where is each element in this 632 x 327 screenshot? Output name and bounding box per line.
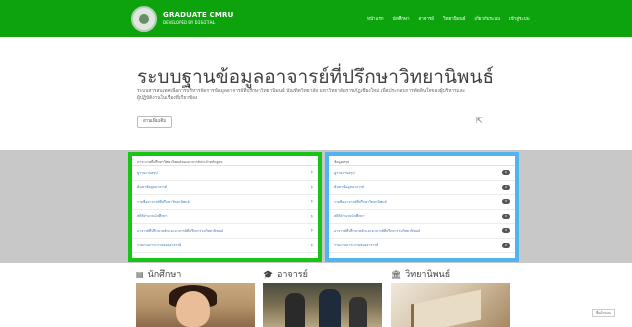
list-item-label: รายชื่ออาจารย์ที่ปรึกษาวิทยานิพนธ์ bbox=[334, 199, 387, 204]
advisor-workload-panel: ภาระงานที่ปรึกษาวิทยานิพนธ์ของอาจารย์ประ… bbox=[128, 152, 322, 262]
chevron-right-icon: › bbox=[310, 198, 313, 206]
brand[interactable]: GRADUATE CMRU DEVELOPED BY DIGITAL bbox=[131, 5, 233, 33]
student-photo[interactable] bbox=[136, 283, 255, 327]
read-more-button[interactable]: อ่านเพิ่มเติม bbox=[137, 116, 173, 128]
section-students-heading[interactable]: ▤ นักศึกษา bbox=[136, 267, 181, 281]
list-item[interactable]: สถิติจำนวนนักศึกษา › bbox=[132, 210, 318, 224]
nav-item-home[interactable]: หน้าแรก bbox=[367, 15, 384, 22]
mouse-cursor-icon: ⇱ bbox=[476, 116, 483, 125]
list-item[interactable]: อาจารย์ที่ปรึกษาหลักและอาจารย์ที่ปรึกษาร… bbox=[132, 224, 318, 239]
page-description: ระบบสารสนเทศเพื่อการบริหารจัดการข้อมูลอา… bbox=[137, 89, 466, 101]
section-thesis-label: วิทยานิพนธ์ bbox=[405, 270, 451, 280]
brand-sub-prefix: DEVELOPED BY bbox=[163, 20, 194, 25]
top-navbar: GRADUATE CMRU DEVELOPED BY DIGITAL หน้าแ… bbox=[0, 0, 632, 37]
chevron-right-icon: › bbox=[310, 241, 313, 249]
section-advisors-heading[interactable]: 🎓 อาจารย์ bbox=[263, 267, 308, 281]
nav-item-advisors[interactable]: อาจารย์ bbox=[419, 15, 434, 22]
read-more-label: อ่านเพิ่มเติม bbox=[143, 119, 167, 124]
list-item-label: รายงานภาระงานของอาจารย์ bbox=[137, 243, 182, 248]
list-item[interactable]: รายชื่ออาจารย์ที่ปรึกษาวิทยานิพนธ์ 0 bbox=[329, 195, 515, 210]
list-item-label: ค้นหาข้อมูลอาจารย์ bbox=[334, 185, 364, 190]
chevron-right-icon: › bbox=[310, 227, 313, 235]
list-item[interactable]: อาจารย์ที่ปรึกษาหลักและอาจารย์ที่ปรึกษาร… bbox=[329, 224, 515, 239]
list-item-label: ค้นหาข้อมูลอาจารย์ bbox=[137, 185, 167, 190]
list-item-label: รายงานภาระงานของอาจารย์ bbox=[334, 243, 379, 248]
brand-text: GRADUATE CMRU DEVELOPED BY DIGITAL bbox=[163, 12, 233, 26]
count-badge: 0 bbox=[502, 242, 510, 248]
section-thesis-heading[interactable]: 🏛 วิทยานิพนธ์ bbox=[391, 267, 450, 281]
list-item[interactable]: รายงานภาระงานของอาจารย์ 0 bbox=[329, 239, 515, 253]
panel-right-header: ข้อมูลสรุป bbox=[329, 156, 515, 166]
count-badge: 0 bbox=[502, 199, 510, 205]
list-item-label: ดูรายงานสรุป bbox=[137, 170, 158, 175]
main-nav: หน้าแรก นักศึกษา อาจารย์ วิทยานิพนธ์ เกี… bbox=[367, 15, 529, 22]
list-item[interactable]: สถิติจำนวนนักศึกษา 0 bbox=[329, 210, 515, 224]
list-item[interactable]: ค้นหาข้อมูลอาจารย์ 0 bbox=[329, 181, 515, 195]
photo-face-shape bbox=[176, 291, 210, 327]
list-item-label: สถิติจำนวนนักศึกษา bbox=[137, 214, 168, 219]
list-item-label: สถิติจำนวนนักศึกษา bbox=[334, 214, 365, 219]
nav-item-about[interactable]: เกี่ยวกับระบบ bbox=[474, 15, 500, 22]
count-badge: 0 bbox=[502, 184, 510, 190]
graduation-cap-icon: 🎓 bbox=[263, 269, 273, 279]
chevron-right-icon: › bbox=[310, 212, 313, 220]
summary-panel: ข้อมูลสรุป ดูรายงานสรุป 0 ค้นหาข้อมูลอาจา… bbox=[325, 152, 519, 262]
list-item-label: ดูรายงานสรุป bbox=[334, 170, 355, 175]
brand-subtitle: DEVELOPED BY DIGITAL bbox=[163, 21, 233, 26]
list-item[interactable]: ค้นหาข้อมูลอาจารย์ › bbox=[132, 181, 318, 195]
section-advisors-label: อาจารย์ bbox=[276, 270, 308, 280]
list-item[interactable]: ดูรายงานสรุป 0 bbox=[329, 166, 515, 181]
brand-title: GRADUATE CMRU bbox=[163, 11, 234, 19]
university-logo-icon bbox=[131, 6, 157, 32]
photo-person-shape bbox=[319, 289, 341, 327]
nav-item-thesis[interactable]: วิทยานิพนธ์ bbox=[443, 15, 466, 22]
back-to-top-label: ขึ้นด้านบน bbox=[596, 311, 611, 315]
id-card-icon: ▤ bbox=[136, 269, 144, 279]
nav-item-login[interactable]: เข้าสู่ระบบ bbox=[509, 15, 529, 22]
panel-left-header: ภาระงานที่ปรึกษาวิทยานิพนธ์ของอาจารย์ประ… bbox=[132, 156, 318, 166]
count-badge: 0 bbox=[502, 170, 510, 176]
brand-sub-suffix: DIGITAL bbox=[194, 20, 216, 26]
thesis-photo[interactable] bbox=[391, 283, 510, 327]
section-students-label: นักศึกษา bbox=[147, 270, 182, 280]
photo-person-shape bbox=[285, 293, 305, 327]
nav-item-students[interactable]: นักศึกษา bbox=[393, 15, 410, 22]
list-item[interactable]: ดูรายงานสรุป › bbox=[132, 166, 318, 181]
count-badge: 0 bbox=[502, 228, 510, 234]
institution-icon: 🏛 bbox=[391, 269, 402, 279]
advisor-photo[interactable] bbox=[263, 283, 382, 327]
list-item-label: อาจารย์ที่ปรึกษาหลักและอาจารย์ที่ปรึกษาร… bbox=[137, 228, 224, 233]
list-item-label: รายชื่ออาจารย์ที่ปรึกษาวิทยานิพนธ์ bbox=[137, 199, 190, 204]
chevron-right-icon: › bbox=[310, 183, 313, 191]
photo-book-shape bbox=[411, 289, 481, 327]
list-item-label: อาจารย์ที่ปรึกษาหลักและอาจารย์ที่ปรึกษาร… bbox=[334, 228, 421, 233]
photo-person-shape bbox=[349, 297, 367, 327]
count-badge: 0 bbox=[502, 213, 510, 219]
back-to-top-button[interactable]: ขึ้นด้านบน bbox=[592, 309, 615, 317]
list-item[interactable]: รายชื่ออาจารย์ที่ปรึกษาวิทยานิพนธ์ › bbox=[132, 195, 318, 210]
list-item[interactable]: รายงานภาระงานของอาจารย์ › bbox=[132, 239, 318, 253]
chevron-right-icon: › bbox=[310, 169, 313, 177]
